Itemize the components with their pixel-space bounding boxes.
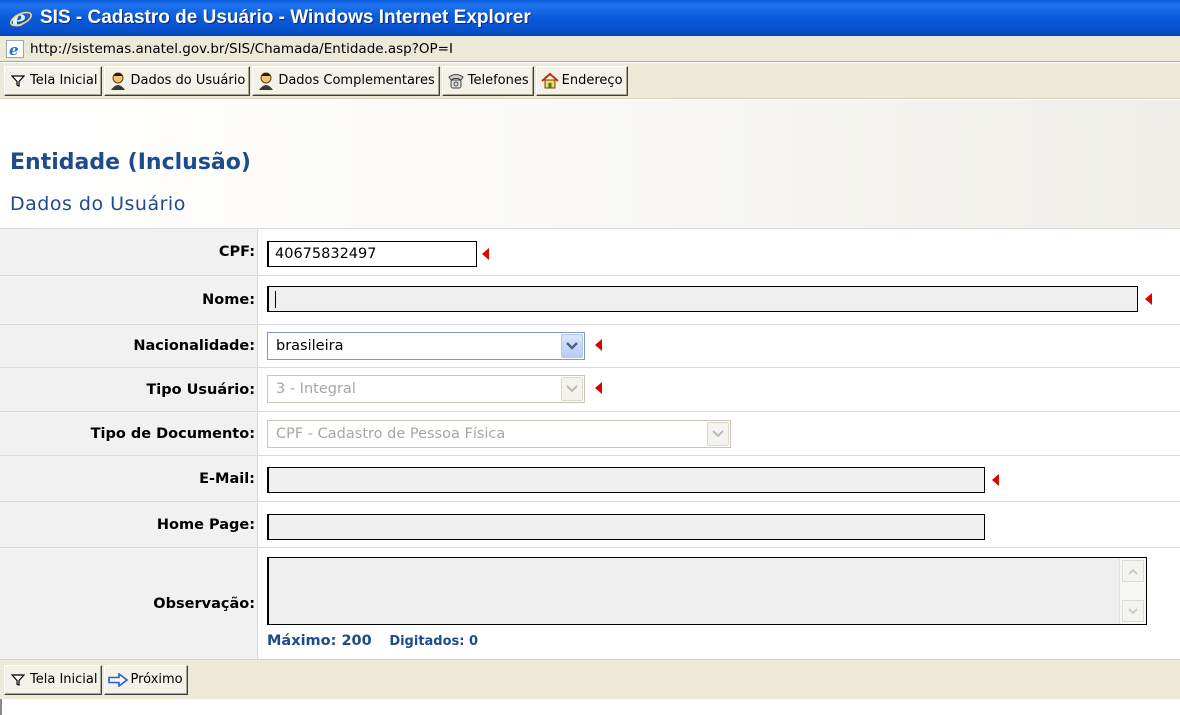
scroll-down-icon[interactable] <box>1122 600 1144 622</box>
address-url[interactable]: http://sistemas.anatel.gov.br/SIS/Chamad… <box>30 41 453 57</box>
nacionalidade-select[interactable]: brasileira <box>267 332 585 360</box>
section-title: Dados do Usuário <box>10 193 186 215</box>
funnel-icon <box>8 71 28 91</box>
email-input[interactable] <box>267 467 985 493</box>
tipo-usuario-value: 3 - Integral <box>276 381 356 397</box>
telefones-button[interactable]: Telefones <box>441 65 534 96</box>
user-icon <box>256 71 276 91</box>
tela-inicial-button[interactable]: Tela Inicial <box>4 65 103 96</box>
user-icon <box>108 71 128 91</box>
nome-row: Nome: <box>0 276 1180 325</box>
tipo-documento-value: CPF - Cadastro de Pessoa Física <box>276 426 506 442</box>
cpf-input[interactable]: 40675832497 <box>267 241 477 267</box>
text-caret <box>275 290 276 308</box>
browser-window: e SIS - Cadastro de Usuário - Windows In… <box>0 0 1180 715</box>
bottom-toolbar: Tela Inicial Próximo <box>0 659 1180 699</box>
user-form: CPF: 40675832497 Nome: Nacionalidade: br… <box>0 228 1180 659</box>
dados-complementares-button[interactable]: Dados Complementares <box>252 65 440 96</box>
chevron-down-icon <box>707 422 729 446</box>
tela-inicial-bottom-button[interactable]: Tela Inicial <box>4 664 103 695</box>
required-marker-icon <box>992 474 999 486</box>
chevron-down-icon <box>561 377 583 401</box>
tipo-documento-label: Tipo de Documento: <box>0 412 258 455</box>
home-page-label: Home Page: <box>0 502 258 547</box>
nacionalidade-label: Nacionalidade: <box>0 325 258 367</box>
svg-text:e: e <box>9 41 19 58</box>
tipo-usuario-select: 3 - Integral <box>267 375 585 403</box>
tipo-usuario-field-cell: 3 - Integral <box>259 368 1180 411</box>
tela-inicial-label: Tela Inicial <box>30 73 98 88</box>
chevron-down-icon[interactable] <box>561 334 583 358</box>
scroll-up-icon[interactable] <box>1122 560 1144 582</box>
telefones-label: Telefones <box>467 73 529 88</box>
observacao-label: Observação: <box>0 548 258 659</box>
required-marker-icon <box>482 248 489 260</box>
nome-label: Nome: <box>0 276 258 324</box>
character-counter: Máximo: 200 Digitados: 0 <box>267 630 478 649</box>
proximo-button[interactable]: Próximo <box>104 664 188 695</box>
tela-inicial-bottom-label: Tela Inicial <box>30 672 98 687</box>
required-marker-icon <box>595 382 602 394</box>
tipo-usuario-row: Tipo Usuário: 3 - Integral <box>0 368 1180 412</box>
funnel-icon <box>8 670 28 690</box>
nome-input[interactable] <box>267 286 1138 312</box>
dados-usuario-label: Dados do Usuário <box>130 73 246 88</box>
nacionalidade-field-cell: brasileira <box>259 325 1180 367</box>
page-icon: e <box>6 39 24 58</box>
observacao-row: Observação: Máximo: 200 Digitados: 0 <box>0 548 1180 659</box>
endereco-button[interactable]: Endereço <box>535 65 628 96</box>
email-label: E-Mail: <box>0 456 258 501</box>
nome-field-cell <box>259 276 1180 324</box>
nacionalidade-value: brasileira <box>276 338 344 354</box>
proximo-label: Próximo <box>130 672 183 687</box>
endereco-label: Endereço <box>561 73 623 88</box>
typed-characters: Digitados: 0 <box>389 634 479 649</box>
observacao-textarea[interactable] <box>267 557 1147 625</box>
textarea-scrollbar[interactable] <box>1119 558 1146 624</box>
top-toolbar: Tela Inicial Dados do Usuário Dados Comp… <box>0 63 1180 99</box>
cpf-label: CPF: <box>0 229 258 275</box>
dados-usuario-button[interactable]: Dados do Usuário <box>104 65 251 96</box>
phone-icon <box>446 71 466 91</box>
observacao-field-cell: Máximo: 200 Digitados: 0 <box>259 548 1180 659</box>
dados-complementares-label: Dados Complementares <box>278 73 435 88</box>
tipo-documento-row: Tipo de Documento: CPF - Cadastro de Pes… <box>0 412 1180 456</box>
window-border <box>0 699 2 715</box>
home-page-row: Home Page: <box>0 502 1180 548</box>
email-field-cell <box>259 456 1180 501</box>
cpf-row: CPF: 40675832497 <box>0 228 1180 276</box>
tipo-usuario-label: Tipo Usuário: <box>0 368 258 411</box>
required-marker-icon <box>595 339 602 351</box>
nacionalidade-row: Nacionalidade: brasileira <box>0 325 1180 368</box>
home-page-field-cell <box>259 502 1180 547</box>
address-bar[interactable]: e http://sistemas.anatel.gov.br/SIS/Cham… <box>0 36 1180 62</box>
home-page-input[interactable] <box>267 514 985 540</box>
email-row: E-Mail: <box>0 456 1180 502</box>
max-characters: Máximo: 200 <box>267 633 372 649</box>
cpf-field-cell: 40675832497 <box>259 229 1180 275</box>
window-title: SIS - Cadastro de Usuário - Windows Inte… <box>40 7 531 28</box>
tipo-documento-field-cell: CPF - Cadastro de Pessoa Física <box>259 412 1180 455</box>
arrow-right-icon <box>108 670 129 690</box>
tipo-documento-select: CPF - Cadastro de Pessoa Física <box>267 420 731 448</box>
home-icon <box>540 71 560 91</box>
required-marker-icon <box>1145 293 1152 305</box>
title-bar: e SIS - Cadastro de Usuário - Windows In… <box>0 0 1180 36</box>
ie-logo-icon: e <box>8 6 34 30</box>
page-title: Entidade (Inclusão) <box>10 150 251 175</box>
